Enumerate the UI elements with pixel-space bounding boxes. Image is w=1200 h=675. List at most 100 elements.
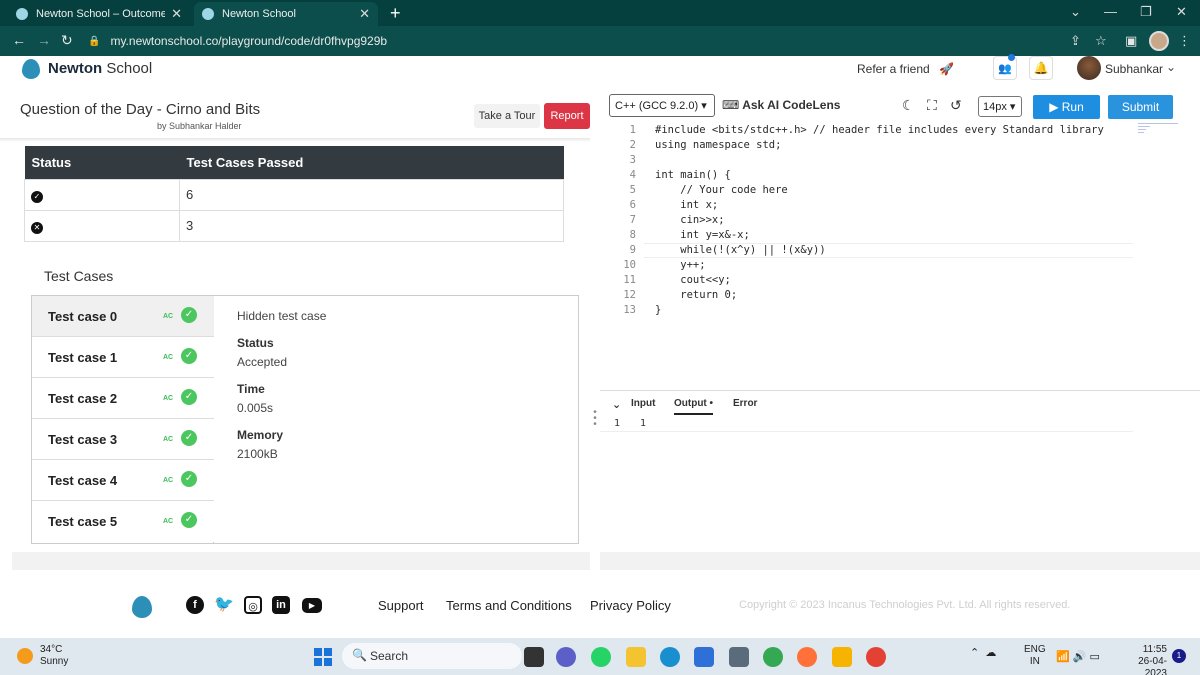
store-icon[interactable] — [694, 647, 714, 667]
test-case-label: Test case 5 — [48, 514, 118, 529]
report-button[interactable]: Report — [544, 103, 590, 129]
edge-icon[interactable] — [660, 647, 680, 667]
tab-output[interactable]: Output • — [674, 398, 714, 415]
back-icon[interactable]: ← — [12, 32, 26, 48]
bookmark-star-icon[interactable]: ☆ — [1095, 33, 1107, 49]
browser-address-bar: ← → ↻ 🔒 my.newtonschool.co/playground/co… — [0, 26, 1200, 56]
terms-link[interactable]: Terms and Conditions — [446, 598, 572, 613]
tab-search-icon[interactable]: ⌄ — [1070, 4, 1081, 20]
check-circle-icon: ✓ — [181, 307, 197, 323]
ask-ai-codelens-button[interactable]: ⌨ Ask AI CodeLens — [722, 98, 840, 112]
test-case-item[interactable]: Test case 0 AC ✓ — [32, 296, 214, 337]
line-number: 7 — [629, 214, 636, 226]
line-number: 6 — [629, 199, 636, 211]
restore-icon[interactable]: ❐ — [1140, 4, 1152, 20]
output-area[interactable]: 1 1 — [600, 418, 1133, 432]
browser-tab-2[interactable]: Newton School ✕ — [194, 2, 378, 26]
sun-icon[interactable] — [17, 648, 33, 664]
taskbar-search[interactable]: 🔍 Search — [342, 643, 522, 669]
facebook-icon[interactable]: f — [186, 596, 204, 614]
weather-desc: Sunny — [40, 656, 69, 667]
reload-icon[interactable]: ↻ — [61, 32, 73, 49]
newton-logo-icon[interactable] — [132, 596, 152, 618]
run-label: Run — [1061, 100, 1084, 114]
table-header-row: Status Test Cases Passed — [24, 146, 564, 179]
status-header: Status — [24, 146, 180, 179]
panel-footer-bar — [12, 552, 590, 570]
chevron-down-icon[interactable]: ⌄ — [1166, 60, 1176, 74]
refer-friend-link[interactable]: Refer a friend 🚀 — [857, 62, 954, 76]
table-row: ✓ 6 — [24, 178, 564, 211]
twitter-icon[interactable]: 🐦 — [214, 596, 234, 614]
code-text: #include <bits/stdc++.h> // header file … — [655, 124, 1104, 136]
menu-dots-icon[interactable]: ⋮ — [1178, 33, 1191, 49]
test-case-item[interactable]: Test case 5 AC ✓ — [32, 501, 214, 542]
windows-start-icon[interactable] — [314, 648, 332, 666]
fullscreen-icon[interactable]: ⛶ — [927, 97, 937, 114]
test-case-item[interactable]: Test case 4 AC ✓ — [32, 460, 214, 501]
chrome-icon[interactable] — [763, 647, 783, 667]
support-link[interactable]: Support — [378, 598, 424, 613]
url-field[interactable]: 🔒 my.newtonschool.co/playground/code/dr0… — [88, 30, 1088, 52]
ac-badge: AC — [163, 354, 174, 361]
task-view-icon[interactable] — [524, 647, 544, 667]
chevron-down-icon[interactable]: ⌄ — [612, 398, 621, 411]
wifi-volume-battery-icon[interactable]: 📶 🔊 ▭ — [1056, 650, 1100, 663]
new-tab-icon[interactable]: + — [390, 3, 401, 24]
font-size-select[interactable]: 14px ▾ — [978, 96, 1022, 117]
bell-icon[interactable]: 🔔 — [1029, 56, 1053, 80]
language-indicator[interactable]: ENG IN — [1024, 644, 1046, 668]
sidepanel-icon[interactable]: ▣ — [1125, 33, 1137, 49]
close-window-icon[interactable]: ✕ — [1176, 4, 1187, 20]
reset-code-icon[interactable]: ↺ — [950, 97, 962, 114]
weather-widget[interactable]: 34°C Sunny — [40, 644, 68, 668]
code-text: using namespace std; — [655, 139, 782, 151]
instagram-icon[interactable]: ◎ — [244, 596, 262, 614]
status-cell: ✕ — [24, 209, 180, 242]
close-tab-icon[interactable]: ✕ — [359, 6, 370, 22]
panel-resize-handle-icon[interactable]: • • • — [592, 408, 598, 430]
newton-logo-icon[interactable] — [22, 59, 40, 79]
share-icon[interactable]: ⇪ — [1070, 33, 1081, 49]
app-icon[interactable] — [832, 647, 852, 667]
lang-code: ENG — [1024, 644, 1046, 655]
submit-button[interactable]: Submit — [1108, 95, 1173, 119]
firefox-icon[interactable] — [797, 647, 817, 667]
newton-favicon-icon — [202, 8, 214, 20]
clock[interactable]: 11:55 26-04-2023 — [1117, 644, 1167, 675]
test-case-item[interactable]: Test case 1 AC ✓ — [32, 337, 214, 378]
browser-tab-1[interactable]: Newton School – Outcome Orien ✕ — [8, 2, 190, 26]
test-case-item[interactable]: Test case 3 AC ✓ — [32, 419, 214, 460]
user-name[interactable]: Subhankar — [1105, 62, 1163, 76]
system-tray-icon[interactable]: ⌃ ☁ — [970, 646, 996, 659]
linkedin-icon[interactable]: in — [272, 596, 290, 614]
friends-icon[interactable]: 👥 — [993, 54, 1017, 80]
time-value: 0.005s — [237, 401, 274, 415]
run-button[interactable]: ▶ Run — [1033, 95, 1100, 119]
browser-profile-avatar[interactable] — [1149, 31, 1169, 51]
close-tab-icon[interactable]: ✕ — [171, 6, 182, 22]
teams-chat-icon[interactable] — [556, 647, 576, 667]
tab-error[interactable]: Error — [733, 398, 757, 413]
test-case-item[interactable]: Test case 2 AC ✓ — [32, 378, 214, 419]
line-number: 12 — [623, 289, 636, 301]
brand-name[interactable]: Newton School — [48, 60, 152, 77]
whatsapp-icon[interactable] — [591, 647, 611, 667]
forward-icon[interactable]: → — [37, 32, 51, 48]
user-avatar[interactable] — [1077, 56, 1101, 80]
camera-icon[interactable] — [729, 647, 749, 667]
chrome-profile-icon[interactable] — [866, 647, 886, 667]
notification-badge[interactable]: 1 — [1172, 649, 1186, 663]
privacy-link[interactable]: Privacy Policy — [590, 598, 671, 613]
code-area[interactable]: 1 #include <bits/stdc++.h> // header file… — [600, 123, 1200, 323]
take-tour-button[interactable]: Take a Tour — [474, 104, 540, 128]
check-circle-icon: ✓ — [181, 512, 197, 528]
youtube-icon[interactable]: ▶ — [302, 598, 322, 613]
file-explorer-icon[interactable] — [626, 647, 646, 667]
tab-input[interactable]: Input — [631, 398, 655, 413]
dark-mode-icon[interactable]: ☾ — [902, 97, 915, 114]
code-minimap[interactable] — [1138, 123, 1180, 139]
language-select[interactable]: C++ (GCC 9.2.0) ▾ — [609, 94, 715, 117]
minimize-icon[interactable]: — — [1104, 4, 1117, 19]
line-number: 13 — [623, 304, 636, 316]
